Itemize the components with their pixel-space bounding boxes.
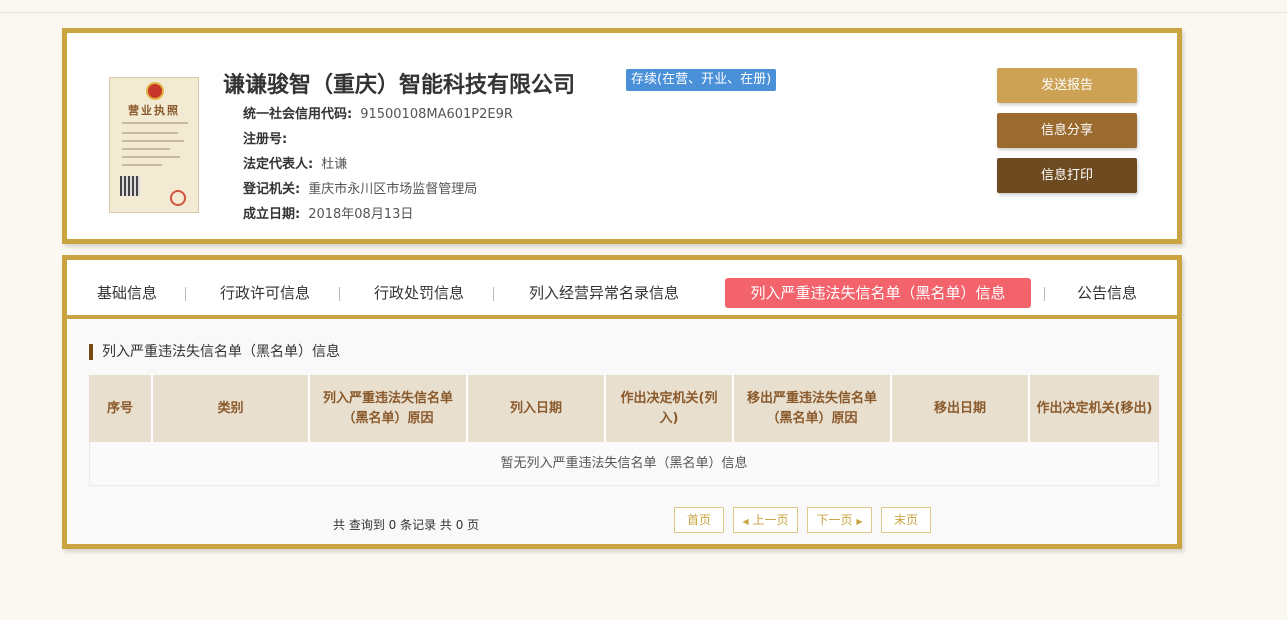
- caret-right-icon: ▶: [856, 517, 863, 526]
- tab-admin-license[interactable]: 行政许可信息: [210, 278, 320, 308]
- detail-card: 基础信息 行政许可信息 行政处罚信息 列入经营异常名录信息 列入严重违法失信名单…: [62, 255, 1182, 549]
- field-reg-number: 注册号:: [243, 132, 288, 147]
- company-card: 营业执照 谦谦骏智（重庆）智能科技有限公司 存续(在营、开业、在册) 统一社会信…: [62, 28, 1182, 244]
- next-page-button[interactable]: 下一页 ▶: [807, 507, 872, 533]
- print-info-button[interactable]: 信息打印: [997, 158, 1137, 193]
- field-legal-rep: 法定代表人: 杜谦: [243, 157, 348, 172]
- seal-stamp-icon: [170, 190, 186, 206]
- business-license-image: 营业执照: [109, 77, 199, 213]
- table-header: 序号 类别 列入严重违法失信名单（黑名单）原因 列入日期 作出决定机关(列入) …: [89, 375, 1159, 442]
- tab-blacklist[interactable]: 列入严重违法失信名单（黑名单）信息: [725, 278, 1031, 308]
- status-badge: 存续(在营、开业、在册): [626, 69, 777, 91]
- col-index: 序号: [106, 400, 133, 416]
- col-list-date: 列入日期: [509, 400, 562, 416]
- tab-abnormal-list[interactable]: 列入经营异常名录信息: [519, 278, 689, 308]
- last-page-button[interactable]: 末页: [881, 507, 931, 533]
- tab-bar: 基础信息 行政许可信息 行政处罚信息 列入经营异常名录信息 列入严重违法失信名单…: [67, 260, 1177, 319]
- license-title: 营业执照: [128, 104, 180, 117]
- first-page-button[interactable]: 首页: [674, 507, 724, 533]
- company-name: 谦谦骏智（重庆）智能科技有限公司: [223, 73, 576, 98]
- pagination-summary: 共 查询到 0 条记录 共 0 页: [333, 518, 480, 532]
- field-credit-code: 统一社会信用代码: 91500108MA601P2E9R: [243, 107, 513, 122]
- field-reg-authority: 登记机关: 重庆市永川区市场监督管理局: [243, 182, 478, 197]
- share-info-button[interactable]: 信息分享: [997, 113, 1137, 148]
- caret-left-icon: ◀: [742, 517, 749, 526]
- col-remove-authority: 作出决定机关(移出): [1036, 400, 1153, 416]
- national-emblem-icon: [146, 82, 164, 100]
- field-established-date: 成立日期: 2018年08月13日: [243, 207, 414, 222]
- qr-code-icon: [120, 176, 140, 196]
- empty-table-message: 暂无列入严重违法失信名单（黑名单）信息: [89, 442, 1159, 486]
- tab-admin-penalty[interactable]: 行政处罚信息: [364, 278, 474, 308]
- section-title: 列入严重违法失信名单（黑名单）信息: [89, 344, 340, 360]
- tab-basic-info[interactable]: 基础信息: [87, 278, 167, 308]
- top-divider: [0, 12, 1287, 13]
- tab-announcements[interactable]: 公告信息: [1067, 278, 1147, 308]
- col-remove-reason: 移出严重违法失信名单（黑名单）原因: [746, 390, 877, 426]
- send-report-button[interactable]: 发送报告: [997, 68, 1137, 103]
- col-remove-date: 移出日期: [933, 400, 986, 416]
- prev-page-button[interactable]: ◀ 上一页: [733, 507, 798, 533]
- col-list-authority: 作出决定机关(列入): [620, 390, 718, 426]
- col-list-reason: 列入严重违法失信名单（黑名单）原因: [322, 390, 453, 426]
- col-category: 类别: [217, 400, 244, 416]
